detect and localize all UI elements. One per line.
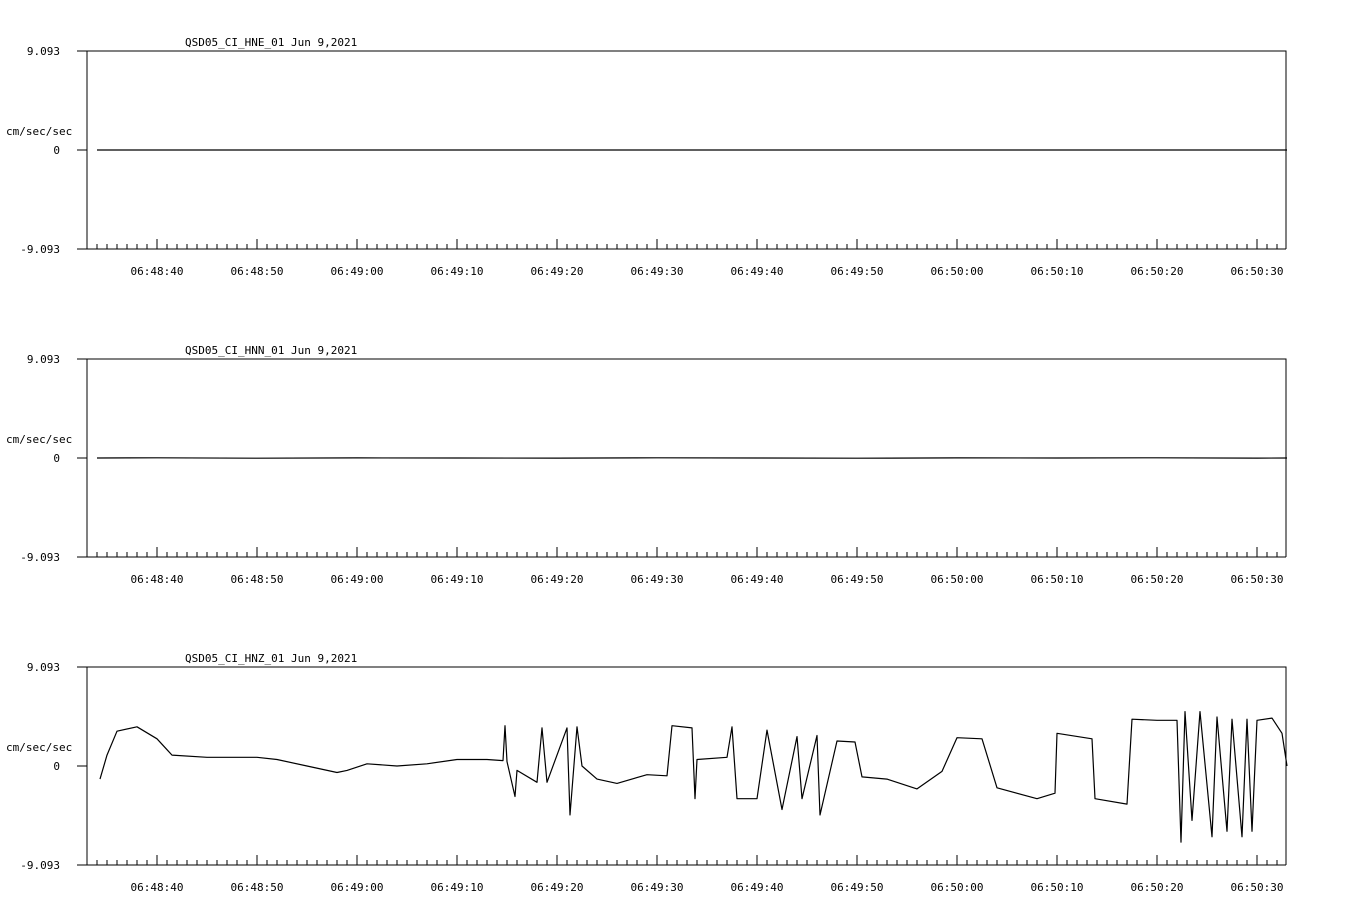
x-tick-label: 06:49:00 xyxy=(331,881,384,894)
y-tick-label-max: 9.093 xyxy=(27,45,60,58)
x-tick-label: 06:49:20 xyxy=(531,881,584,894)
x-tick-label: 06:48:50 xyxy=(231,265,284,278)
x-tick-label: 06:50:30 xyxy=(1231,265,1284,278)
x-tick-label: 06:50:20 xyxy=(1131,573,1184,586)
x-tick-label: 06:49:50 xyxy=(831,265,884,278)
x-tick-label: 06:49:30 xyxy=(631,573,684,586)
x-tick-label: 06:49:20 xyxy=(531,573,584,586)
x-tick-label: 06:50:10 xyxy=(1031,881,1084,894)
x-tick-label: 06:50:00 xyxy=(931,265,984,278)
x-tick-label: 06:49:20 xyxy=(531,265,584,278)
x-tick-label: 06:48:50 xyxy=(231,573,284,586)
x-tick-label: 06:50:00 xyxy=(931,881,984,894)
panel-3: QSD05_CI_HNZ_01 Jun 9,2021 9.093 0 -9.093 cm… xyxy=(6,652,1288,894)
x-tick-label: 06:49:40 xyxy=(731,881,784,894)
x-tick-label: 06:50:20 xyxy=(1131,881,1184,894)
x-tick-label: 06:49:10 xyxy=(431,265,484,278)
x-tick-label: 06:50:30 xyxy=(1231,881,1284,894)
y-tick-label-max: 9.093 xyxy=(27,661,60,674)
panel-title: QSD05_CI_HNN_01 Jun 9,2021 xyxy=(185,344,357,357)
x-tick-label: 06:49:40 xyxy=(731,573,784,586)
x-tick-label: 06:49:30 xyxy=(631,881,684,894)
panel-title: QSD05_CI_HNE_01 Jun 9,2021 xyxy=(185,36,357,49)
x-tick-label: 06:48:40 xyxy=(131,265,184,278)
y-axis-label: cm/sec/sec xyxy=(6,741,72,754)
y-tick-label-zero: 0 xyxy=(53,144,60,157)
y-tick-label-max: 9.093 xyxy=(27,353,60,366)
x-tick-label: 06:49:50 xyxy=(831,573,884,586)
x-tick-label: 06:50:30 xyxy=(1231,573,1284,586)
x-tick-label: 06:49:40 xyxy=(731,265,784,278)
x-tick-label: 06:49:10 xyxy=(431,881,484,894)
x-tick-label: 06:50:10 xyxy=(1031,573,1084,586)
y-tick-label-min: -9.093 xyxy=(20,859,60,872)
x-tick-label: 06:49:10 xyxy=(431,573,484,586)
y-tick-label-zero: 0 xyxy=(53,452,60,465)
seismogram-figure: QSD05_CI_HNE_01 Jun 9,2021 9.093 0 -9.093 cm… xyxy=(6,36,1288,894)
y-axis-label: cm/sec/sec xyxy=(6,433,72,446)
plot-frame xyxy=(86,666,1287,865)
y-axis-label: cm/sec/sec xyxy=(6,125,72,138)
x-tick-label: 06:49:00 xyxy=(331,265,384,278)
x-tick-label: 06:49:50 xyxy=(831,881,884,894)
x-tick-label: 06:48:40 xyxy=(131,881,184,894)
x-tick-label: 06:49:30 xyxy=(631,265,684,278)
x-tick-label: 06:50:00 xyxy=(931,573,984,586)
x-tick-label: 06:49:00 xyxy=(331,573,384,586)
x-tick-label: 06:50:20 xyxy=(1131,265,1184,278)
x-tick-label: 06:50:10 xyxy=(1031,265,1084,278)
waveform-trace xyxy=(99,710,1288,843)
panel-2: QSD05_CI_HNN_01 Jun 9,2021 9.093 0 -9.093 cm… xyxy=(6,344,1288,586)
y-tick-label-min: -9.093 xyxy=(20,243,60,256)
x-tick-label: 06:48:50 xyxy=(231,881,284,894)
y-tick-label-min: -9.093 xyxy=(20,551,60,564)
panel-title: QSD05_CI_HNZ_01 Jun 9,2021 xyxy=(185,652,357,665)
panel-1: QSD05_CI_HNE_01 Jun 9,2021 9.093 0 -9.093 cm… xyxy=(6,36,1287,278)
y-tick-label-zero: 0 xyxy=(53,760,60,773)
x-tick-label: 06:48:40 xyxy=(131,573,184,586)
